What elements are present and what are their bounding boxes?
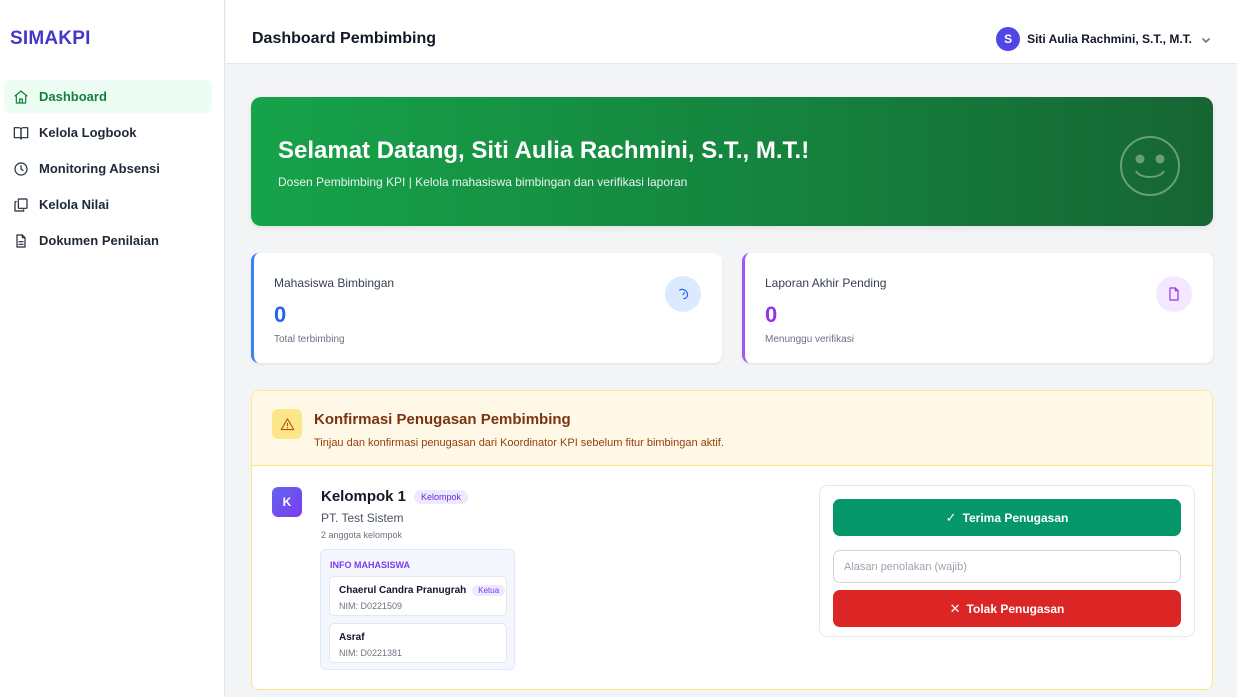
users-icon <box>665 276 701 312</box>
stat-card-laporan-akhir-pending: Laporan Akhir Pending 0 Menunggu verifik… <box>742 253 1213 363</box>
sidebar-item-kelola-logbook[interactable]: Kelola Logbook <box>4 116 212 149</box>
sidebar-item-kelola-nilai[interactable]: Kelola Nilai <box>4 188 212 221</box>
welcome-title: Selamat Datang, Siti Aulia Rachmini, S.T… <box>278 137 810 164</box>
sidebar-item-monitoring-absensi[interactable]: Monitoring Absensi <box>4 152 212 185</box>
sidebar-item-label: Dokumen Penilaian <box>39 233 159 248</box>
student-name: Asraf <box>339 632 365 643</box>
group-type-badge: Kelompok <box>414 489 469 504</box>
sidebar-item-dokumen-penilaian[interactable]: Dokumen Penilaian <box>4 224 212 257</box>
home-icon <box>12 88 30 106</box>
welcome-banner: Selamat Datang, Siti Aulia Rachmini, S.T… <box>251 97 1213 226</box>
document-icon <box>12 232 30 250</box>
student-nim: NIM: D0221381 <box>339 648 403 658</box>
group-avatar: K <box>272 487 302 517</box>
student-card: Asraf NIM: D0221381 <box>329 623 507 663</box>
sidebar-nav: Dashboard Kelola Logbook Monitoring Abse… <box>4 80 212 260</box>
reject-label: Tolak Penugasan <box>966 601 1065 616</box>
stat-value: 0 <box>765 302 778 327</box>
sidebar-item-label: Monitoring Absensi <box>39 161 160 176</box>
sidebar-item-label: Dashboard <box>39 89 107 104</box>
accept-label: Terima Penugasan <box>962 510 1069 525</box>
reject-assignment-button[interactable]: ✕ Tolak Penugasan <box>833 590 1181 627</box>
student-name-row: Asraf <box>339 632 365 643</box>
close-icon: ✕ <box>949 600 961 616</box>
book-icon <box>12 124 30 142</box>
panel-title: Konfirmasi Penugasan Pembimbing <box>314 411 571 428</box>
user-menu[interactable]: S Siti Aulia Rachmini, S.T., M.T. <box>996 27 1211 51</box>
app-brand[interactable]: SIMAKPI <box>10 28 91 50</box>
file-icon <box>1156 276 1192 312</box>
stat-caption: Total terbimbing <box>274 334 345 345</box>
assignment-confirmation-panel: Konfirmasi Penugasan Pembimbing Tinjau d… <box>251 390 1213 690</box>
stat-card-mahasiswa-bimbingan: Mahasiswa Bimbingan 0 Total terbimbing <box>251 253 722 363</box>
sidebar: SIMAKPI Dashboard Kelola Logbook Monitor… <box>0 0 225 697</box>
assignment-actions: ✓ Terima Penugasan ✕ Tolak Penugasan <box>819 485 1195 637</box>
check-icon: ✓ <box>945 509 957 525</box>
panel-header: Konfirmasi Penugasan Pembimbing Tinjau d… <box>252 391 1212 466</box>
stat-caption: Menunggu verifikasi <box>765 334 854 345</box>
sidebar-item-dashboard[interactable]: Dashboard <box>4 80 212 113</box>
student-name-row: Chaerul Candra Pranugrah Ketua <box>339 585 506 596</box>
accept-assignment-button[interactable]: ✓ Terima Penugasan <box>833 499 1181 536</box>
copy-icon <box>12 196 30 214</box>
clock-icon <box>12 160 30 178</box>
stat-label: Laporan Akhir Pending <box>765 276 887 290</box>
group-name: Kelompok 1 Kelompok <box>321 488 469 505</box>
top-header: Dashboard Pembimbing S Siti Aulia Rachmi… <box>226 0 1237 64</box>
sidebar-item-label: Kelola Nilai <box>39 197 110 212</box>
leader-badge: Ketua <box>472 585 506 596</box>
page-title: Dashboard Pembimbing <box>252 30 437 47</box>
stat-label: Mahasiswa Bimbingan <box>274 276 395 290</box>
rejection-reason-input[interactable] <box>833 550 1181 583</box>
panel-body: K Kelompok 1 Kelompok PT. Test Sistem 2 … <box>252 467 1212 689</box>
user-name: Siti Aulia Rachmini, S.T., M.T. <box>1027 32 1192 46</box>
chevron-down-icon <box>1201 34 1211 44</box>
welcome-subtitle: Dosen Pembimbing KPI | Kelola mahasiswa … <box>278 175 688 189</box>
warning-icon <box>272 409 302 439</box>
student-name: Chaerul Candra Pranugrah <box>339 585 467 596</box>
smile-icon <box>1117 133 1183 199</box>
panel-subtitle: Tinjau dan konfirmasi penugasan dari Koo… <box>314 437 724 449</box>
company-name: PT. Test Sistem <box>321 511 404 525</box>
stat-value: 0 <box>274 302 287 327</box>
student-nim: NIM: D0221509 <box>339 601 403 611</box>
members-count: 2 anggota kelompok <box>321 530 403 540</box>
student-info-title: INFO MAHASISWA <box>330 560 410 570</box>
student-card: Chaerul Candra Pranugrah Ketua NIM: D022… <box>329 576 507 616</box>
student-info-box: INFO MAHASISWA Chaerul Candra Pranugrah … <box>320 549 515 670</box>
group-name-text: Kelompok 1 <box>321 488 407 505</box>
sidebar-item-label: Kelola Logbook <box>39 125 137 140</box>
avatar: S <box>996 27 1021 51</box>
